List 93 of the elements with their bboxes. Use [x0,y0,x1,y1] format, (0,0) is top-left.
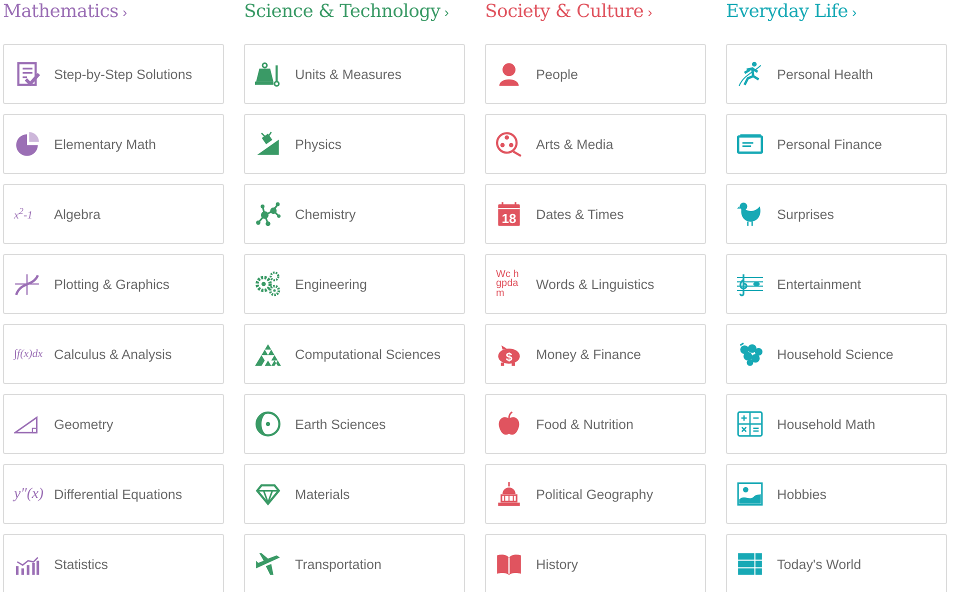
gears-icon [255,271,281,297]
section-heading-link[interactable]: Society & Culture [485,1,644,22]
category-label: Words & Linguistics [536,276,654,292]
formula-icon: y″(x) [14,486,44,502]
category-card[interactable]: Household Science [726,324,947,384]
category-label: Today's World [777,556,862,572]
category-card[interactable]: Engineering [244,254,465,314]
category-label: Algebra [54,206,101,222]
category-label: Chemistry [295,206,356,222]
category-card[interactable]: Household Math [726,394,947,454]
category-label: Computational Sciences [295,346,441,362]
category-label: Differential Equations [54,486,182,502]
category-card[interactable]: Today's World [726,534,947,592]
category-card[interactable]: Materials [244,464,465,524]
image-icon [737,481,763,507]
pie-chart-icon [14,131,40,157]
film-reel-icon [496,131,522,157]
category-card[interactable]: $ Money & Finance [485,324,706,384]
category-card[interactable]: x$^{2}$-1 Algebra [3,184,224,244]
category-label: Earth Sciences [295,416,386,432]
category-card[interactable]: Physics [244,114,465,174]
category-label: Plotting & Graphics [54,276,170,292]
formula-icon: x$^{2}$-1 [14,206,33,222]
category-label: Statistics [54,556,108,572]
category-card[interactable]: Surprises [726,184,947,244]
molecule-icon [255,201,281,227]
category-card[interactable]: Hobbies [726,464,947,524]
formula-icon: ∫f(x)dx [14,348,43,360]
category-card[interactable]: Personal Finance [726,114,947,174]
category-card[interactable]: Food & Nutrition [485,394,706,454]
category-label: Food & Nutrition [536,416,634,432]
letters-icon: Wc hgpdam [496,270,524,298]
category-card[interactable]: Wc hgpdam Words & Linguistics [485,254,706,314]
category-card[interactable]: y″(x) Differential Equations [3,464,224,524]
table-icon [737,551,763,577]
category-label: Units & Measures [295,66,402,82]
category-label: Personal Finance [777,136,882,152]
category-card[interactable]: Statistics [3,534,224,592]
hen-icon [737,201,763,227]
category-label: Hobbies [777,486,827,502]
category-label: Household Math [777,416,876,432]
category-label: Step-by-Step Solutions [54,66,192,82]
category-label: Money & Finance [536,346,642,362]
runner-icon [737,61,763,87]
category-label: Transportation [295,556,382,572]
category-label: History [536,556,578,572]
category-label: Elementary Math [54,136,156,152]
category-label: Arts & Media [536,136,614,152]
chevron-icon: › [648,4,652,20]
category-card[interactable]: People [485,44,706,104]
category-label: Entertainment [777,276,862,292]
category-label: Physics [295,136,342,152]
apple-icon [496,411,522,437]
category-card[interactable]: ∫f(x)dx Calculus & Analysis [3,324,224,384]
category-card[interactable]: Elementary Math [3,114,224,174]
category-label: Engineering [295,276,368,292]
incline-block-icon [255,131,281,157]
category-label: Political Geography [536,486,654,502]
category-label: Personal Health [777,66,874,82]
airplane-icon [255,551,281,577]
category-card[interactable]: Transportation [244,534,465,592]
capitol-building-icon [496,481,522,507]
category-label: Calculus & Analysis [54,346,172,362]
category-card[interactable]: Earth Sciences [244,394,465,454]
category-card[interactable]: Political Geography [485,464,706,524]
category-label: People [536,66,578,82]
category-card[interactable]: 18 Dates & Times [485,184,706,244]
category-card[interactable]: Entertainment [726,254,947,314]
chevron-icon: › [122,4,128,20]
section-heading-link[interactable]: Mathematics [3,1,118,22]
weight-icon [255,61,281,87]
category-label: Geometry [54,416,114,432]
category-card[interactable]: Chemistry [244,184,465,244]
category-label: Household Science [777,346,894,362]
category-card[interactable]: Computational Sciences [244,324,465,384]
category-card[interactable]: Geometry [3,394,224,454]
globe-icon [255,411,281,437]
calendar-icon: 18 [496,201,522,227]
category-card[interactable]: Units & Measures [244,44,465,104]
chevron-icon: › [444,4,449,20]
grapes-icon [737,341,763,367]
category-card[interactable]: Personal Health [726,44,947,104]
category-card[interactable]: Step-by-Step Solutions [3,44,224,104]
category-card[interactable]: History [485,534,706,592]
category-label: Surprises [777,206,834,222]
category-label: Dates & Times [536,206,624,222]
section-heading-link[interactable]: Science & Technology [244,1,440,22]
chevron-icon: › [852,4,857,20]
calculator-icon [737,411,763,437]
category-label: Materials [295,486,350,502]
category-card[interactable]: Plotting & Graphics [3,254,224,314]
section-heading-link[interactable]: Everyday Life [726,1,848,22]
category-card[interactable]: Arts & Media [485,114,706,174]
